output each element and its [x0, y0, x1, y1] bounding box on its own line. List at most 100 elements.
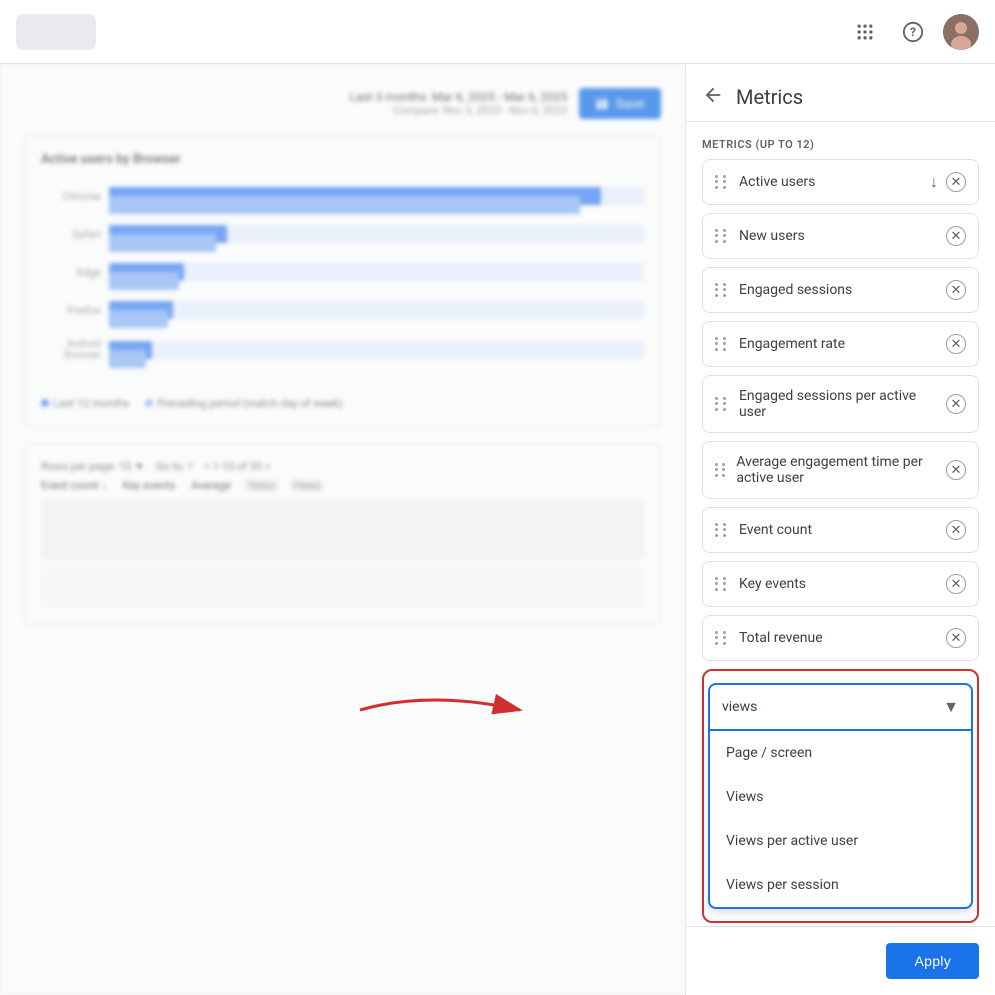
dropdown-item-views-per-active-user[interactable]: Views per active user — [710, 819, 971, 863]
metric-item-key-events: Key events ✕ — [702, 561, 979, 607]
back-button[interactable] — [702, 84, 724, 109]
bar-row: Safari — [41, 225, 644, 243]
svg-text:?: ? — [910, 25, 916, 39]
metric-item-left: New users — [715, 228, 805, 244]
metric-name: Total revenue — [739, 630, 823, 646]
remove-button[interactable]: ✕ — [946, 460, 966, 480]
bar-label: Safari — [41, 228, 101, 241]
drag-handle[interactable] — [715, 283, 729, 297]
dropdown-item-page-screen[interactable]: Page / screen — [710, 731, 971, 775]
metric-item-engaged-sessions: Engaged sessions ✕ — [702, 267, 979, 313]
metric-item-engagement-rate: Engagement rate ✕ — [702, 321, 979, 367]
metric-item-engaged-sessions-per-user: Engaged sessions per active user ✕ — [702, 375, 979, 433]
chart-bars: Chrome Safari Edge — [41, 179, 644, 389]
apply-button[interactable]: Apply — [886, 943, 979, 979]
drag-handle[interactable] — [715, 229, 729, 243]
metric-item-left: Event count — [715, 522, 812, 538]
date-primary: Last 3 months: Mar 6, 2025 - Mar 6, 2025 — [349, 90, 567, 104]
dropdown-trigger[interactable]: views ▼ — [708, 683, 973, 731]
dropdown-highlight-box: views ▼ Page / screen Views Views per ac… — [702, 669, 979, 923]
logo — [16, 14, 96, 50]
bar-label: Android Browser — [41, 339, 101, 361]
metric-item-total-revenue: Total revenue ✕ — [702, 615, 979, 661]
panel-title: Metrics — [736, 85, 803, 109]
help-icon[interactable]: ? — [895, 14, 931, 50]
drag-handle[interactable] — [715, 337, 729, 351]
main-layout: Last 3 months: Mar 6, 2025 - Mar 6, 2025… — [0, 64, 995, 995]
drag-handle[interactable] — [715, 577, 729, 591]
date-bar: Last 3 months: Mar 6, 2025 - Mar 6, 2025… — [24, 80, 661, 119]
metric-name: Key events — [739, 576, 806, 592]
metric-item-right: ↓ ✕ — [930, 172, 966, 192]
metric-item-right: ✕ — [946, 574, 966, 594]
remove-button[interactable]: ✕ — [946, 394, 966, 414]
chart-legend: Last 12 months Preceding period (match d… — [41, 397, 644, 410]
date-text-group: Last 3 months: Mar 6, 2025 - Mar 6, 2025… — [349, 90, 567, 117]
metric-item-left: Engaged sessions per active user — [715, 388, 946, 420]
bar-label: Edge — [41, 266, 101, 279]
save-button[interactable]: Save — [579, 88, 661, 119]
metric-item-left: Active users — [715, 174, 815, 190]
metric-item-event-count: Event count ✕ — [702, 507, 979, 553]
grid-icon[interactable] — [847, 14, 883, 50]
panel-header: Metrics — [686, 64, 995, 122]
remove-button[interactable]: ✕ — [946, 628, 966, 648]
metric-item-right: ✕ — [946, 334, 966, 354]
left-content: Last 3 months: Mar 6, 2025 - Mar 6, 2025… — [0, 64, 685, 995]
remove-button[interactable]: ✕ — [946, 574, 966, 594]
dropdown-item-views[interactable]: Views — [710, 775, 971, 819]
date-secondary: Compare: Nov 3, 2023 - Nov 6, 2023 — [349, 104, 567, 117]
bar-row: Chrome — [41, 187, 644, 205]
metric-name: Event count — [739, 522, 812, 538]
metric-item-left: Engagement rate — [715, 336, 845, 352]
bar-fill-secondary — [109, 350, 146, 368]
chart-section: Active users by Browser Chrome Safari — [24, 135, 661, 427]
metric-name: Active users — [739, 174, 815, 190]
metric-item-left: Total revenue — [715, 630, 823, 646]
metric-item-right: ✕ — [946, 394, 966, 414]
legend-item-1: Last 12 months — [41, 397, 129, 410]
metric-name: Engaged sessions per active user — [739, 388, 946, 420]
legend-dot-2 — [145, 399, 153, 407]
remove-button[interactable]: ✕ — [946, 280, 966, 300]
dropdown-value: views — [722, 699, 757, 715]
metric-item-active-users: Active users ↓ ✕ — [702, 159, 979, 205]
bar-row: Firefox — [41, 301, 644, 319]
bar-row: Android Browser — [41, 339, 644, 361]
bar-fill-secondary — [109, 196, 580, 214]
user-avatar[interactable] — [943, 14, 979, 50]
metric-item-left: Key events — [715, 576, 806, 592]
metric-item-left: Average engagement time per active user — [715, 454, 946, 486]
drag-handle[interactable] — [715, 631, 729, 645]
metric-name: Engaged sessions — [739, 282, 852, 298]
sort-icon[interactable]: ↓ — [930, 172, 938, 192]
chevron-down-icon: ▼ — [943, 697, 959, 717]
metric-item-right: ✕ — [946, 460, 966, 480]
remove-button[interactable]: ✕ — [946, 334, 966, 354]
right-panel: Metrics METRICS (UP TO 12) Active users … — [685, 64, 995, 995]
bar-label: Chrome — [41, 190, 101, 203]
remove-button[interactable]: ✕ — [946, 172, 966, 192]
bar-track — [109, 263, 644, 281]
drag-handle[interactable] — [715, 523, 729, 537]
metric-item-right: ✕ — [946, 520, 966, 540]
legend-dot-1 — [41, 399, 49, 407]
drag-handle[interactable] — [715, 175, 729, 189]
remove-button[interactable]: ✕ — [946, 226, 966, 246]
remove-button[interactable]: ✕ — [946, 520, 966, 540]
bar-track — [109, 341, 644, 359]
header-actions: ? — [847, 14, 979, 50]
metric-name: Engagement rate — [739, 336, 845, 352]
bar-label: Firefox — [41, 304, 101, 317]
metrics-section-label: METRICS (UP TO 12) — [702, 122, 979, 159]
panel-body: METRICS (UP TO 12) Active users ↓ ✕ — [686, 122, 995, 926]
metric-item-right: ✕ — [946, 280, 966, 300]
dropdown-section: views ▼ Page / screen Views Views per ac… — [708, 683, 973, 909]
bar-track — [109, 225, 644, 243]
dropdown-item-views-per-session[interactable]: Views per session — [710, 863, 971, 907]
bar-track — [109, 301, 644, 319]
metric-name: New users — [739, 228, 805, 244]
drag-handle[interactable] — [715, 397, 729, 411]
drag-handle[interactable] — [715, 463, 726, 477]
metric-item-avg-engagement-time: Average engagement time per active user … — [702, 441, 979, 499]
